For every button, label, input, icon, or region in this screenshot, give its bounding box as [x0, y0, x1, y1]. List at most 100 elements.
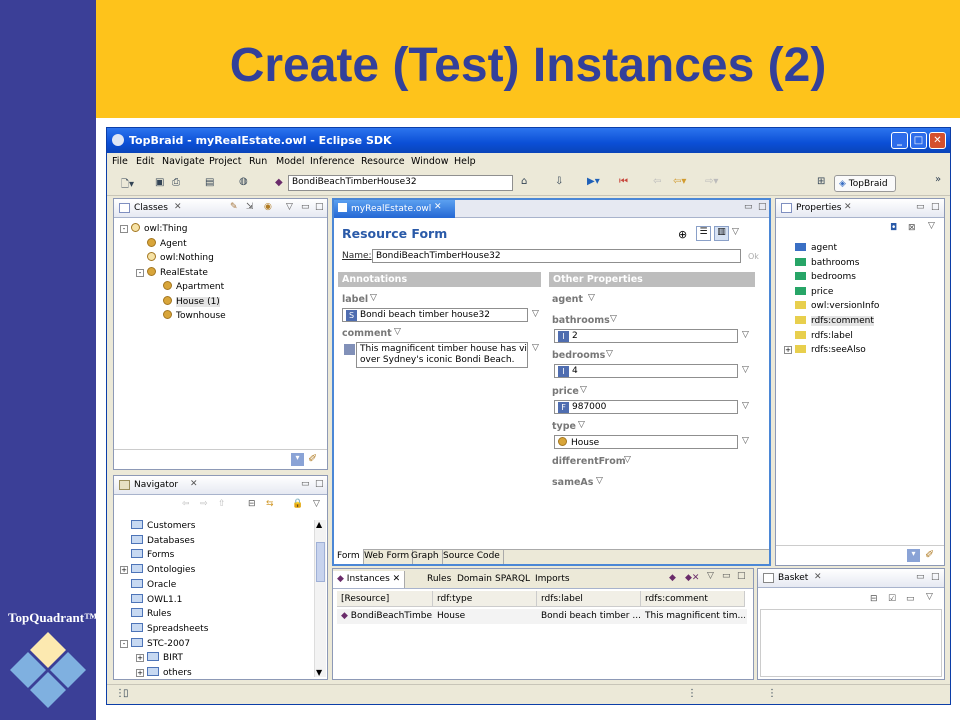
expand-toggle-icon[interactable]: + [120, 566, 128, 575]
view-menu-icon[interactable]: ▽ [928, 221, 935, 231]
agent-menu-icon[interactable]: ▽ [588, 293, 595, 303]
lock-icon[interactable]: 🔒 [292, 499, 303, 509]
back-icon[interactable]: ⇦▾ [673, 176, 686, 187]
collapse-icon[interactable]: ⊟ [870, 594, 878, 604]
tree-item[interactable]: Apartment [152, 281, 224, 292]
comment-field[interactable]: This magnificent timber house has views o… [356, 342, 528, 368]
tree-item[interactable]: - owl:Thing [120, 223, 188, 234]
navigator-item[interactable]: Rules [120, 608, 171, 619]
chevron-down-icon[interactable]: ▾ [291, 453, 304, 466]
layout-1-icon[interactable]: ☰ [696, 226, 711, 241]
collapse-all-icon[interactable]: ⊟ [248, 499, 256, 509]
close-button[interactable]: ✕ [929, 132, 946, 149]
import-icon[interactable]: ⇩ [555, 176, 563, 187]
save-icon[interactable]: ▣ [155, 177, 164, 188]
layout-2-icon[interactable]: ▥ [714, 226, 729, 241]
classes-tab[interactable]: Classes ✕ ✎ ⇲ ◉ ▽ ▭ □ [114, 199, 327, 218]
expand-toggle-icon[interactable]: + [136, 669, 144, 677]
tab-imports[interactable]: Imports [531, 571, 574, 588]
fast-view-icon[interactable]: ▯ [123, 688, 129, 699]
column-header-comment[interactable]: rdfs:comment [641, 591, 745, 607]
bathrooms-field[interactable]: I2 [554, 329, 738, 343]
menu-model[interactable]: Model [276, 156, 305, 167]
price-menu-icon[interactable]: ▽ [580, 385, 587, 395]
tree-item[interactable]: Agent [136, 237, 187, 249]
minimize-icon[interactable]: ▭ [916, 572, 925, 582]
type-field-menu-icon[interactable]: ▽ [742, 436, 749, 446]
scroll-down-icon[interactable]: ▼ [316, 668, 322, 677]
last-edit-icon[interactable]: ⇦ [653, 176, 661, 187]
maximize-icon[interactable]: □ [931, 202, 940, 212]
link-editor-icon[interactable]: ⇆ [266, 499, 274, 509]
navigator-item[interactable]: Forms [120, 549, 174, 560]
tree-item[interactable]: - RealEstate [136, 266, 208, 278]
property-item[interactable]: + rdfs:seeAlso [784, 345, 866, 355]
column-header-label[interactable]: rdfs:label [537, 591, 641, 607]
view-menu-icon[interactable]: ▽ [926, 592, 933, 602]
expand-toggle-icon[interactable]: - [136, 268, 144, 277]
maximize-icon[interactable]: □ [737, 571, 746, 581]
minimize-icon[interactable]: ▭ [916, 202, 925, 212]
minimize-icon[interactable]: ▭ [301, 202, 310, 212]
bathrooms-menu-icon[interactable]: ▽ [610, 314, 617, 324]
property-item[interactable]: price [784, 286, 833, 297]
close-icon[interactable]: ✕ [844, 202, 852, 212]
navigator-item[interactable]: - STC-2007 [120, 637, 190, 649]
navigator-scrollbar[interactable]: ▲ ▼ [314, 520, 326, 677]
chevron-down-icon[interactable]: ▾ [907, 549, 920, 562]
basket-tab[interactable]: Basket ✕ ▭ □ [758, 569, 944, 588]
pin-icon[interactable]: ✐ [308, 452, 317, 465]
more-icon[interactable]: » [935, 174, 941, 185]
menu-project[interactable]: Project [209, 156, 242, 167]
bedrooms-field-menu-icon[interactable]: ▽ [742, 365, 749, 375]
close-icon[interactable]: ✕ [434, 202, 442, 212]
scroll-thumb[interactable] [316, 542, 325, 582]
maximize-icon[interactable]: □ [931, 572, 940, 582]
minimize-button[interactable]: _ [891, 132, 908, 149]
add-property-icon[interactable]: ◘ [890, 223, 897, 233]
tree-item[interactable]: House (1) [152, 295, 220, 307]
navigator-item[interactable]: OWL1.1 [120, 593, 182, 605]
comment-field-menu-icon[interactable]: ▽ [532, 343, 539, 353]
menu-navigate[interactable]: Navigate [162, 156, 205, 167]
menu-file[interactable]: File [112, 156, 128, 167]
view-menu-icon[interactable]: ▽ [313, 499, 320, 509]
property-item[interactable]: agent [784, 243, 837, 253]
type-menu-icon[interactable]: ▽ [578, 420, 585, 430]
print-icon[interactable]: ⎙ [172, 177, 180, 188]
forward-icon[interactable]: ⇨ [200, 499, 208, 509]
expand-toggle-icon[interactable]: - [120, 639, 128, 648]
table-row[interactable]: ◆ BondiBeachTimbe... House Bondi beach t… [337, 609, 747, 624]
delete-instance-icon[interactable]: ◆✕ [685, 573, 699, 583]
scroll-up-icon[interactable]: ▲ [316, 520, 322, 529]
back-icon[interactable]: ⇦ [182, 499, 190, 509]
run-icon[interactable]: ▶▾ [587, 176, 600, 187]
close-icon[interactable]: ✕ [814, 572, 822, 582]
bathrooms-field-menu-icon[interactable]: ▽ [742, 330, 749, 340]
minimize-icon[interactable]: ▭ [744, 202, 753, 212]
pin-icon[interactable]: ✐ [925, 548, 934, 561]
close-icon[interactable]: ✕ [190, 479, 198, 489]
view-menu-icon[interactable]: ▽ [707, 571, 714, 581]
menu-run[interactable]: Run [249, 156, 267, 167]
price-field[interactable]: F 987000 [554, 400, 738, 414]
price-field-menu-icon[interactable]: ▽ [742, 401, 749, 411]
stop-icon[interactable]: ⏮ [619, 176, 628, 187]
navigator-item[interactable]: Oracle [120, 578, 176, 590]
add-widget-icon[interactable]: ⊕ [678, 228, 687, 241]
property-item[interactable]: bedrooms [784, 272, 856, 282]
tree-item[interactable]: owl:Nothing [136, 252, 214, 263]
expand-toggle-icon[interactable]: + [784, 346, 792, 355]
bedrooms-field[interactable]: I4 [554, 364, 738, 378]
perspective-topbraid[interactable]: ◈ TopBraid [834, 175, 896, 192]
maximize-icon[interactable]: □ [758, 202, 767, 212]
maximize-icon[interactable]: □ [315, 202, 324, 212]
move-class-icon[interactable]: ⇲ [246, 202, 254, 212]
basket-list[interactable] [760, 609, 942, 677]
maximize-button[interactable]: □ [910, 132, 927, 149]
sameas-menu-icon[interactable]: ▽ [596, 476, 603, 486]
open-perspective-icon[interactable]: ⊞ [817, 176, 825, 187]
label-menu-icon[interactable]: ▽ [370, 293, 377, 303]
expand-toggle-icon[interactable]: - [120, 225, 128, 233]
forward-icon[interactable]: ⇨▾ [705, 176, 718, 187]
